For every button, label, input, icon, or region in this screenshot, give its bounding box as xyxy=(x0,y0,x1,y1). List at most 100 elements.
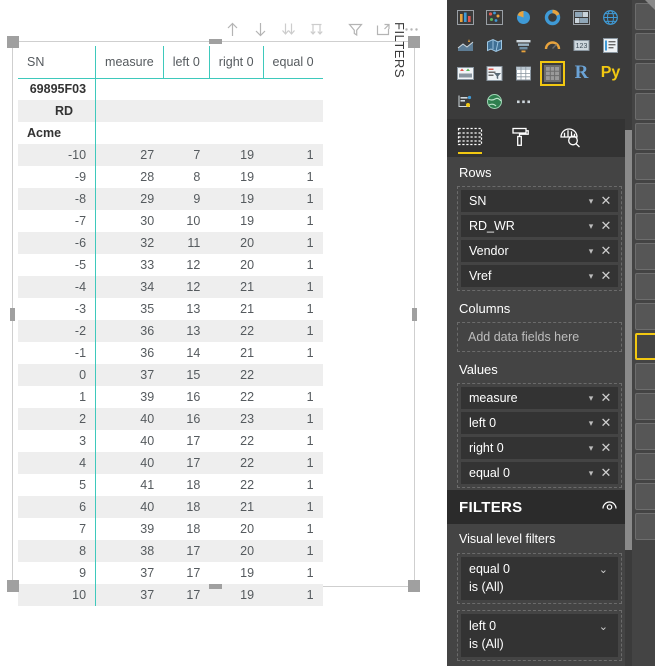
chevron-down-icon[interactable]: ▾ xyxy=(584,468,598,479)
matrix-data-row[interactable]: -7 30 10 19 1 xyxy=(18,210,323,232)
column-header-right0[interactable]: right 0 xyxy=(208,46,264,79)
gauge-icon[interactable] xyxy=(538,31,567,59)
chevron-down-icon[interactable]: ▾ xyxy=(584,443,598,454)
treemap-icon[interactable] xyxy=(567,3,596,31)
matrix-icon[interactable] xyxy=(538,59,567,87)
matrix-data-row[interactable]: 6 40 18 21 1 xyxy=(18,496,323,518)
donut-chart-icon[interactable] xyxy=(538,3,567,31)
kpi-icon[interactable] xyxy=(451,59,480,87)
matrix-data-row[interactable]: 2 40 16 23 1 xyxy=(18,408,323,430)
chevron-down-icon[interactable]: ⌄ xyxy=(599,620,612,633)
expand-all-down-icon[interactable] xyxy=(305,18,327,40)
shape-map-icon[interactable] xyxy=(480,31,509,59)
drill-down-toggle-icon[interactable] xyxy=(250,18,272,40)
field-pill[interactable]: right 0 ▾ ✕ xyxy=(461,437,618,459)
fields-tab[interactable] xyxy=(455,120,485,156)
visualization-type-gallery[interactable]: 123 R Py xyxy=(447,0,632,119)
resize-handle-middle-left[interactable] xyxy=(10,308,15,321)
matrix-data-row[interactable]: 1 39 16 22 1 xyxy=(18,386,323,408)
matrix-data-row[interactable]: 4 40 17 22 1 xyxy=(18,452,323,474)
stacked-bar-chart-icon[interactable] xyxy=(451,3,480,31)
chevron-down-icon[interactable]: ▾ xyxy=(584,393,598,404)
field-pill[interactable]: Vendor ▾ ✕ xyxy=(461,240,618,262)
scatter-chart-icon[interactable] xyxy=(480,3,509,31)
remove-field-icon[interactable]: ✕ xyxy=(598,440,614,456)
matrix-data-row[interactable]: -10 27 7 19 1 xyxy=(18,144,323,166)
matrix-table[interactable]: SN measure left 0 right 0 equal 0 69895F… xyxy=(18,46,323,606)
matrix-data-row[interactable]: -2 36 13 22 1 xyxy=(18,320,323,342)
chevron-down-icon[interactable]: ▾ xyxy=(584,196,598,207)
matrix-data-row[interactable]: -5 33 12 20 1 xyxy=(18,254,323,276)
go-to-next-level-icon[interactable] xyxy=(277,18,299,40)
chevron-down-icon[interactable]: ▾ xyxy=(584,246,598,257)
report-canvas[interactable]: SN measure left 0 right 0 equal 0 69895F… xyxy=(0,0,425,666)
chevron-down-icon[interactable]: ▾ xyxy=(584,418,598,429)
matrix-data-row[interactable]: -1 36 14 21 1 xyxy=(18,342,323,364)
matrix-hierarchy-row[interactable]: RD xyxy=(18,100,323,122)
matrix-data-row[interactable]: -4 34 12 21 1 xyxy=(18,276,323,298)
matrix-data-row[interactable]: 3 40 17 22 1 xyxy=(18,430,323,452)
globe-map-icon[interactable] xyxy=(480,87,509,115)
matrix-data-row[interactable]: 10 37 17 19 1 xyxy=(18,584,323,606)
map-icon[interactable] xyxy=(596,3,625,31)
filled-map-icon[interactable] xyxy=(451,31,480,59)
remove-field-icon[interactable]: ✕ xyxy=(598,415,614,431)
values-well[interactable]: measure ▾ ✕ left 0 ▾ ✕ right 0 ▾ ✕ equal 0 ▾ ✕ xyxy=(457,383,622,488)
remove-field-icon[interactable]: ✕ xyxy=(598,465,614,481)
field-list-item[interactable] xyxy=(635,393,655,420)
chevron-down-icon[interactable]: ▾ xyxy=(584,221,598,232)
field-pill[interactable]: left 0 ▾ ✕ xyxy=(461,412,618,434)
field-pill[interactable]: SN ▾ ✕ xyxy=(461,190,618,212)
field-pill[interactable]: RD_WR ▾ ✕ xyxy=(461,215,618,237)
field-list-item[interactable] xyxy=(635,243,655,270)
column-header-sn[interactable]: SN xyxy=(18,46,96,79)
filters-pane-collapsed-tab[interactable]: FILTERS xyxy=(392,0,447,666)
column-header-equal0[interactable]: equal 0 xyxy=(262,46,323,79)
chevron-down-icon[interactable]: ⌄ xyxy=(599,563,612,576)
matrix-data-row[interactable]: -3 35 13 21 1 xyxy=(18,298,323,320)
matrix-data-row[interactable]: -6 32 11 20 1 xyxy=(18,232,323,254)
matrix-data-row[interactable]: 5 41 18 22 1 xyxy=(18,474,323,496)
field-list-item[interactable] xyxy=(635,213,655,240)
scrollbar-thumb[interactable] xyxy=(625,130,632,550)
visualizations-pane-scrollbar[interactable] xyxy=(625,0,632,666)
drill-up-icon[interactable] xyxy=(222,18,244,40)
resize-handle-top-center[interactable] xyxy=(209,39,222,44)
field-pill[interactable]: measure ▾ ✕ xyxy=(461,387,618,409)
resize-handle-bottom-center[interactable] xyxy=(209,584,222,589)
field-pill[interactable]: equal 0 ▾ ✕ xyxy=(461,462,618,484)
fields-pane-partial[interactable] xyxy=(632,0,655,666)
field-list-item[interactable] xyxy=(635,453,655,480)
chevron-down-icon[interactable]: ▾ xyxy=(584,271,598,282)
filter-card[interactable]: equal 0 ⌄ is (All) xyxy=(457,553,622,604)
remove-field-icon[interactable]: ✕ xyxy=(598,268,614,284)
matrix-data-row[interactable]: -9 28 8 19 1 xyxy=(18,166,323,188)
collapse-pane-icon[interactable] xyxy=(645,0,655,10)
analytics-tab[interactable] xyxy=(555,120,585,156)
filter-card[interactable]: left 0 ⌄ is (All) xyxy=(457,610,622,661)
rows-well[interactable]: SN ▾ ✕ RD_WR ▾ ✕ Vendor ▾ ✕ Vref ▾ ✕ xyxy=(457,186,622,291)
resize-handle-bottom-left[interactable] xyxy=(7,580,19,592)
remove-field-icon[interactable]: ✕ xyxy=(598,218,614,234)
field-list-item[interactable] xyxy=(635,423,655,450)
columns-well-placeholder[interactable]: Add data fields here xyxy=(457,322,622,352)
matrix-data-row[interactable]: 9 37 17 19 1 xyxy=(18,562,323,584)
slicer-icon[interactable] xyxy=(480,59,509,87)
resize-handle-bottom-right[interactable] xyxy=(408,580,420,592)
field-list-item[interactable] xyxy=(635,333,655,360)
field-list-item[interactable] xyxy=(635,303,655,330)
resize-handle-top-left[interactable] xyxy=(7,36,19,48)
funnel-chart-icon[interactable] xyxy=(509,31,538,59)
multi-row-card-icon[interactable] xyxy=(596,31,625,59)
column-header-measure[interactable]: measure xyxy=(95,46,164,79)
python-visual-icon[interactable]: Py xyxy=(596,59,625,87)
matrix-hierarchy-row[interactable]: Acme xyxy=(18,122,323,144)
remove-field-icon[interactable]: ✕ xyxy=(598,243,614,259)
matrix-data-row[interactable]: 0 37 15 22 xyxy=(18,364,323,386)
column-header-left0[interactable]: left 0 xyxy=(162,46,210,79)
filter-icon[interactable] xyxy=(345,18,367,40)
format-tab[interactable] xyxy=(505,120,535,156)
field-list-item[interactable] xyxy=(635,33,655,60)
remove-field-icon[interactable]: ✕ xyxy=(598,193,614,209)
matrix-hierarchy-row[interactable]: 69895F03 xyxy=(18,78,323,100)
